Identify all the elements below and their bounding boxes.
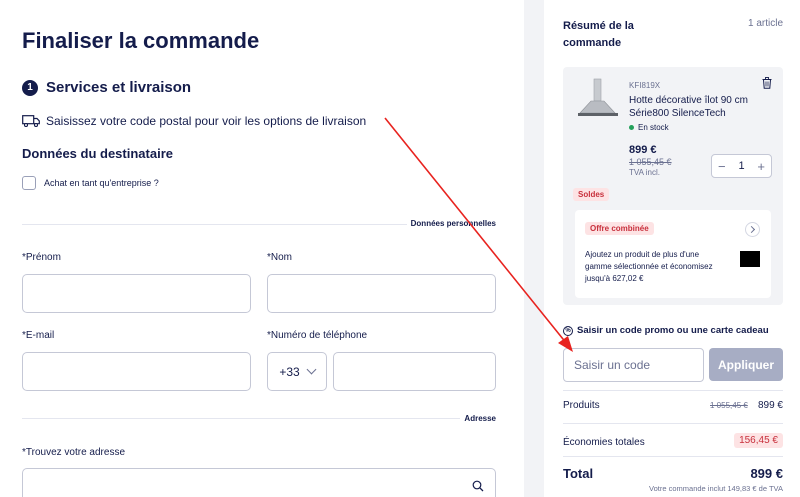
phone-prefix-value: +33 [279, 364, 300, 379]
vat-included-label: TVA incl. [629, 168, 660, 177]
phone-prefix-select[interactable]: +33 [267, 352, 327, 391]
address-divider-label: Adresse [460, 414, 496, 423]
total-value: 899 € [750, 466, 783, 481]
stock-dot-icon [629, 125, 634, 130]
first-name-label: *Prénom [22, 252, 61, 263]
phone-label: *Numéro de téléphone [267, 330, 368, 341]
savings-value: 156,45 € [734, 433, 783, 448]
address-search [22, 468, 496, 497]
step-number: 1 [22, 79, 38, 96]
apply-promo-button[interactable]: Appliquer [709, 348, 783, 381]
combined-offer-tag: Offre combinée [585, 222, 654, 235]
section-header: 1 Services et livraison [22, 79, 191, 96]
personal-data-divider-label: Données personnelles [406, 219, 496, 228]
company-checkbox-label: Achat en tant qu'entreprise ? [44, 178, 159, 188]
total-label: Total [563, 466, 594, 481]
combined-offer-text: Ajoutez un produit de plus d'une gamme s… [585, 250, 713, 283]
company-purchase-option[interactable]: Achat en tant qu'entreprise ? [22, 176, 159, 190]
trash-icon[interactable] [762, 77, 772, 89]
address-search-field[interactable] [22, 468, 496, 497]
promo-code-title: % Saisir un code promo ou une carte cade… [563, 325, 769, 336]
sale-badge: Soldes [573, 188, 610, 201]
products-old-total: 1 055,45 € [710, 401, 748, 410]
quantity-value: 1 [738, 160, 745, 172]
divider [22, 418, 496, 419]
email-label: *E-mail [22, 330, 55, 341]
search-icon[interactable] [472, 480, 484, 492]
divider [563, 456, 783, 457]
recipient-title: Données du destinataire [22, 146, 173, 161]
promo-code-input[interactable] [563, 348, 704, 382]
products-label: Produits [563, 400, 600, 411]
promo-code-title-text: Saisir un code promo ou une carte cadeau [577, 325, 769, 336]
quantity-stepper: − 1 + [711, 154, 772, 178]
product-sku: KFI819X [629, 81, 661, 90]
offer-product-image [740, 251, 760, 267]
stock-status-text: En stock [638, 123, 669, 132]
product-image [578, 78, 618, 116]
product-old-price: 1 055,45 € [629, 157, 672, 167]
first-name-field[interactable] [22, 274, 251, 313]
savings-label: Économies totales [563, 437, 645, 448]
product-name[interactable]: Hotte décorative îlot 90 cm Série800 Sil… [629, 94, 759, 120]
chevron-down-icon [306, 364, 317, 375]
chevron-right-icon[interactable] [745, 222, 760, 237]
phone-field[interactable] [333, 352, 496, 391]
divider [563, 390, 783, 391]
last-name-label: *Nom [267, 252, 293, 263]
address-label: *Trouvez votre adresse [22, 447, 126, 458]
item-count: 1 article [747, 18, 783, 29]
divider [563, 423, 783, 424]
decrease-quantity-button[interactable]: − [718, 160, 726, 173]
email-field[interactable] [22, 352, 251, 391]
summary-title: Résumé de la commande [563, 20, 634, 49]
stock-status: En stock [629, 123, 669, 132]
discount-icon: % [563, 325, 573, 336]
company-checkbox[interactable] [22, 176, 36, 190]
truck-icon [22, 115, 40, 127]
product-price: 899 € [629, 144, 657, 156]
products-total: 899 € [757, 400, 783, 411]
postal-code-hint-text: Saisissez votre code postal pour voir le… [46, 114, 367, 128]
increase-quantity-button[interactable]: + [757, 160, 765, 173]
last-name-field[interactable] [267, 274, 496, 313]
section-title: Services et livraison [46, 79, 192, 96]
vat-note: Votre commande inclut 149,83 € de TVA [649, 484, 783, 493]
postal-code-hint[interactable]: Saisissez votre code postal pour voir le… [22, 114, 366, 128]
page-title: Finaliser la commande [22, 28, 260, 53]
